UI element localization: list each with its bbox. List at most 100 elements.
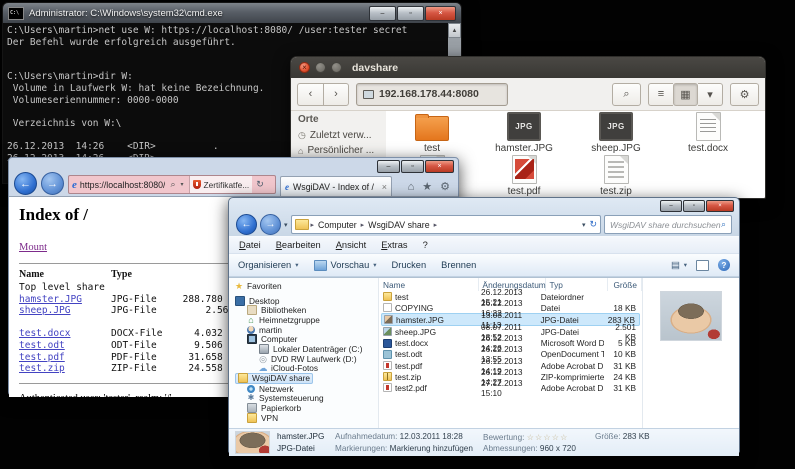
sidebar-item-dvd-drive-d[interactable]: ◎DVD RW Laufwerk (D:) [235, 354, 378, 364]
print-button[interactable]: Drucken [392, 260, 427, 270]
file-link[interactable]: sheep.JPG [19, 305, 70, 316]
scroll-up-icon[interactable]: ▲ [448, 23, 461, 38]
forward-button[interactable]: › [323, 83, 349, 106]
back-button[interactable]: ← [236, 214, 257, 235]
close-button[interactable]: × [425, 160, 454, 173]
back-button[interactable]: ← [14, 172, 37, 195]
forward-button[interactable]: → [260, 214, 281, 235]
sidebar-item-systemsteuerung[interactable]: ✱Systemsteuerung [235, 393, 378, 403]
file-item-test-zip[interactable]: test.zip [570, 156, 662, 196]
explorer-titlebar[interactable]: – ▫ × [229, 198, 739, 213]
sidebar-item-recent[interactable]: ◷ Zuletzt verw... [298, 128, 386, 143]
menu-bearbeiten[interactable]: Bearbeiten [276, 240, 321, 250]
maximize-button[interactable] [331, 62, 342, 73]
file-link[interactable]: test.pdf [19, 352, 65, 363]
explorer-toolbar: Organisieren ▾ Vorschau ▾ Drucken Brenne… [229, 253, 739, 277]
file-item-test[interactable]: test [386, 113, 478, 154]
file-label: sheep.JPG [570, 143, 662, 154]
menu-help[interactable]: ? [423, 240, 428, 250]
organize-button[interactable]: Organisieren ▾ [238, 260, 299, 270]
help-button[interactable]: ? [718, 259, 730, 271]
menu-ansicht[interactable]: Ansicht [336, 240, 367, 250]
list-view-button[interactable]: ≡ [648, 83, 673, 106]
breadcrumb-wsgidav-share[interactable]: WsgiDAV share [366, 220, 431, 230]
column-header-type[interactable]: Typ [546, 278, 608, 291]
column-header-size[interactable]: Größe [608, 278, 642, 291]
nautilus-titlebar[interactable]: × davshare [291, 57, 765, 78]
maximize-button[interactable]: ▫ [401, 160, 424, 173]
tab-close-icon[interactable]: × [382, 182, 387, 192]
sidebar-item-heimnetzgruppe[interactable]: ⌂Heimnetzgruppe [235, 315, 378, 325]
sidebar-item-martin[interactable]: martin [235, 325, 378, 335]
cmd-titlebar[interactable]: C:\ Administrator: C:\Windows\system32\c… [3, 3, 461, 23]
maximize-button[interactable]: ▫ [397, 6, 424, 21]
file-item-test-docx[interactable]: test.docx [662, 113, 754, 154]
preview-button[interactable]: Vorschau ▾ [314, 260, 377, 271]
view-options-button[interactable]: ▾ [698, 83, 723, 106]
refresh-icon[interactable]: ↻ [256, 179, 264, 190]
change-view-button[interactable]: ▤ ▾ [671, 260, 687, 271]
sidebar-item-home[interactable]: ⌂ Persönlicher ... [298, 143, 386, 158]
refresh-icon[interactable]: ↻ [589, 219, 597, 230]
add-tag-link[interactable]: Markierung hinzufügen [390, 444, 473, 453]
sidebar-item-papierkorb[interactable]: Papierkorb [235, 403, 378, 413]
search-button[interactable]: ⌕ [612, 83, 641, 106]
burn-button[interactable]: Brennen [441, 260, 476, 270]
back-button[interactable]: ‹ [297, 83, 323, 106]
sidebar-item-desktop[interactable]: Desktop [235, 296, 378, 306]
file-link[interactable]: test.odt [19, 340, 65, 351]
file-item-test-pdf[interactable]: test.pdf [478, 156, 570, 196]
file-item-hamster-jpg[interactable]: JPG hamster.JPG [478, 113, 570, 154]
close-button[interactable]: × [299, 62, 310, 73]
settings-button[interactable]: ⚙ [730, 83, 759, 106]
column-header-name[interactable]: Name [379, 278, 479, 291]
close-button[interactable]: × [425, 6, 456, 21]
sidebar-item-computer[interactable]: Computer [235, 334, 378, 344]
maximize-button[interactable]: ▫ [683, 200, 705, 212]
sidebar-item-wsgidav-share[interactable]: WsgiDAV share [235, 373, 313, 384]
file-link[interactable]: test.docx [19, 328, 70, 339]
ie-titlebar[interactable]: – ▫ × [9, 158, 458, 172]
sidebar-item-bibliotheken[interactable]: Bibliotheken [235, 305, 378, 315]
certificate-error-button[interactable]: Zertifikatfe... [189, 176, 253, 193]
grid-view-button[interactable]: ▦ [673, 83, 698, 106]
menu-extras[interactable]: Extras [381, 240, 407, 250]
home-icon[interactable]: ⌂ [408, 181, 415, 193]
location-button[interactable]: 192.168.178.44:8080 [356, 83, 508, 106]
rating-stars[interactable]: ☆☆☆☆☆ [527, 433, 569, 442]
minimize-button[interactable]: – [660, 200, 682, 212]
breadcrumb-computer[interactable]: Computer [316, 220, 359, 230]
search-icon[interactable]: ⌕ [170, 179, 175, 190]
address-dropdown-icon[interactable]: ▾ [582, 221, 586, 229]
network-icon [247, 385, 255, 393]
file-link[interactable]: test.zip [19, 363, 65, 374]
file-link[interactable]: hamster.JPG [19, 294, 82, 305]
sidebar-item-local-disk-c[interactable]: Lokaler Datenträger (C:) [235, 344, 378, 354]
preview-pane-toggle[interactable] [696, 260, 709, 271]
sidebar-item-favoriten[interactable]: ★Favoriten [235, 281, 378, 291]
minimize-button[interactable] [315, 62, 326, 73]
mount-link[interactable]: Mount [19, 242, 47, 253]
table-row[interactable]: test2.pdf 27.12.2013 15:10Adobe Acrobat … [381, 382, 640, 393]
favorites-star-icon[interactable]: ★ [422, 180, 432, 193]
minimize-button[interactable]: – [377, 160, 400, 173]
sidebar-item-vpn[interactable]: VPN [235, 413, 378, 423]
breadcrumb[interactable]: ▸ Computer ▸ WsgiDAV share ▸ ▾ ↻ [291, 215, 601, 234]
security-shield-icon [193, 180, 201, 189]
browser-tab[interactable]: e WsgiDAV - Index of / × [280, 176, 392, 196]
forward-button[interactable]: → [41, 172, 64, 195]
address-bar[interactable]: e https://localhost:8080/ ⌕ ▾ Zertifikat… [68, 175, 276, 194]
folder-icon [415, 116, 449, 141]
search-input[interactable]: WsgiDAV share durchsuchen ⌕ [604, 215, 732, 234]
explorer-menubar: Datei Bearbeiten Ansicht Extras ? [229, 236, 739, 253]
file-item-sheep-jpg[interactable]: JPG sheep.JPG [570, 113, 662, 154]
sidebar-item-icloud-fotos[interactable]: ☁iCloud-Fotos [235, 364, 378, 374]
sidebar-item-netzwerk[interactable]: Netzwerk [235, 384, 378, 394]
close-button[interactable]: × [706, 200, 734, 212]
gear-icon[interactable]: ⚙ [440, 180, 450, 193]
star-icon: ★ [235, 282, 243, 290]
history-dropdown-icon[interactable]: ▾ [284, 221, 288, 229]
chevron-down-icon[interactable]: ▾ [181, 181, 184, 188]
menu-datei[interactable]: Datei [239, 240, 261, 250]
minimize-button[interactable]: – [369, 6, 396, 21]
